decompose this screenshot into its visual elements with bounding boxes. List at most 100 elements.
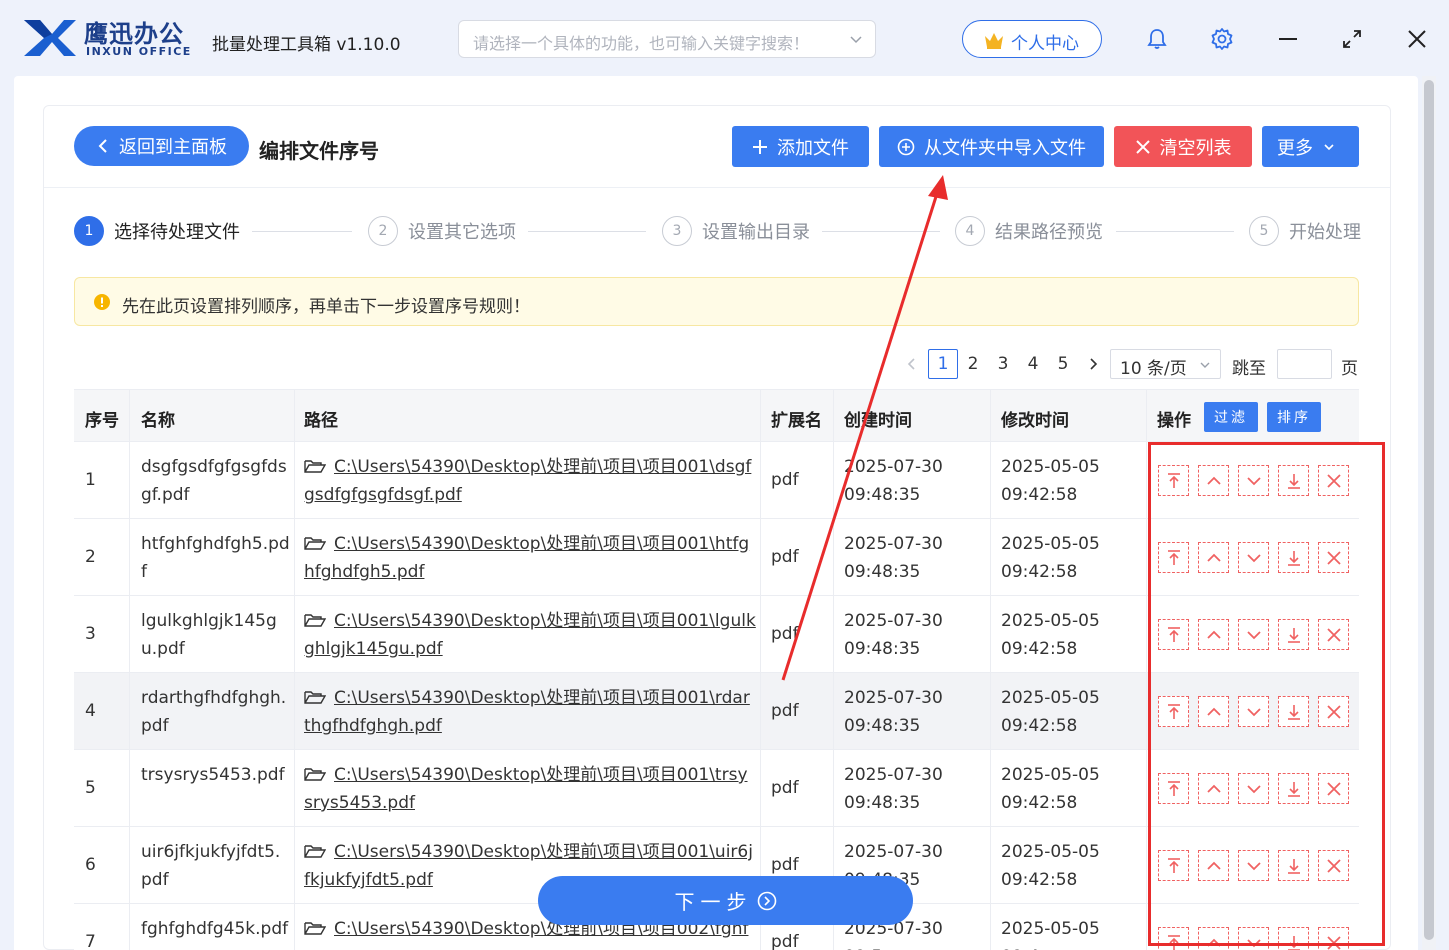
created-time: 2025-07-30 09:48:35 — [844, 761, 984, 817]
step-number: 2 — [368, 216, 398, 246]
folder-open-icon — [304, 536, 326, 550]
row-index: 6 — [85, 851, 96, 879]
logo-icon — [22, 16, 78, 58]
column-divider — [833, 389, 834, 950]
page-4[interactable]: 4 — [1018, 349, 1048, 379]
search-placeholder: 请选择一个具体的功能，也可输入关键字搜索！ — [473, 30, 809, 54]
prev-page-button[interactable] — [897, 349, 927, 379]
step-connector — [822, 231, 940, 232]
row-index: 3 — [85, 620, 96, 648]
arrow-right-circle-icon — [757, 891, 777, 911]
chevron-left-icon — [96, 138, 110, 154]
function-search-box[interactable]: 请选择一个具体的功能，也可输入关键字搜索！ — [458, 20, 876, 58]
col-index: 序号 — [85, 406, 119, 431]
col-ext: 扩展名 — [771, 406, 822, 431]
page-5[interactable]: 5 — [1048, 349, 1078, 379]
bell-icon[interactable] — [1144, 26, 1170, 52]
column-divider — [129, 389, 130, 950]
app-title: 批量处理工具箱 v1.10.0 — [212, 30, 401, 55]
file-name: trsysrys5453.pdf — [141, 761, 291, 789]
file-extension: pdf — [771, 774, 799, 802]
jump-label: 跳至 — [1232, 354, 1266, 379]
folder-open-icon — [304, 767, 326, 781]
next-page-button[interactable] — [1078, 349, 1108, 379]
step-number: 5 — [1249, 216, 1279, 246]
brand-name: 鹰迅办公 — [84, 14, 184, 49]
step-connector — [1116, 231, 1234, 232]
file-path-link[interactable]: C:\Users\54390\Desktop\处理前\项目\项目001\dsgf… — [304, 457, 751, 505]
file-path-cell: C:\Users\54390\Desktop\处理前\项目\项目001\rdar… — [304, 684, 756, 740]
col-path: 路径 — [304, 406, 338, 431]
import-folder-label: 从文件夹中导入文件 — [924, 134, 1086, 160]
page-3[interactable]: 3 — [988, 349, 1018, 379]
step-label: 选择待处理文件 — [114, 218, 240, 244]
back-to-main-button[interactable]: 返回到主面板 — [74, 126, 249, 166]
file-path-link[interactable]: C:\Users\54390\Desktop\处理前\项目\项目001\lgul… — [304, 611, 756, 659]
title-bar: 鹰迅办公 INXUN OFFICE 批量处理工具箱 v1.10.0 请选择一个具… — [0, 0, 1449, 78]
file-extension: pdf — [771, 697, 799, 725]
page-1[interactable]: 1 — [928, 349, 958, 379]
step-number: 1 — [74, 216, 104, 246]
page-2[interactable]: 2 — [958, 349, 988, 379]
page-size-select[interactable]: 10 条/页 — [1110, 349, 1221, 379]
personal-center-button[interactable]: 个人中心 — [962, 20, 1102, 58]
file-name: fghfghdfg45k.pdf — [141, 915, 291, 943]
created-time: 2025-07-30 09:48:35 — [844, 684, 984, 740]
file-path-link[interactable]: C:\Users\54390\Desktop\处理前\项目\项目001\trsy… — [304, 765, 748, 813]
created-time: 2025-07-30 09:48:35 — [844, 530, 984, 586]
filter-button[interactable]: 过滤 — [1204, 402, 1258, 432]
settings-gear-icon[interactable] — [1209, 26, 1235, 52]
maximize-icon[interactable] — [1339, 26, 1365, 52]
modified-time: 2025-05-05 09:42:58 — [1001, 607, 1141, 663]
clear-list-label: 清空列表 — [1160, 134, 1232, 160]
col-created: 创建时间 — [844, 406, 912, 431]
add-file-button[interactable]: 添加文件 — [732, 126, 869, 167]
warning-icon — [94, 294, 110, 310]
col-name: 名称 — [141, 406, 175, 431]
chevron-down-icon — [1199, 359, 1211, 371]
col-ops: 操作 — [1157, 406, 1191, 431]
modified-time: 2025-05-05 09:42:58 — [1001, 453, 1141, 509]
col-modified: 修改时间 — [1001, 406, 1069, 431]
personal-center-label: 个人中心 — [1011, 29, 1079, 54]
file-path-link[interactable]: C:\Users\54390\Desktop\处理前\项目\项目001\htfg… — [304, 534, 749, 582]
clear-list-button[interactable]: 清空列表 — [1114, 126, 1252, 167]
row-index: 2 — [85, 543, 96, 571]
jump-page-input[interactable] — [1277, 349, 1332, 379]
file-extension: pdf — [771, 851, 799, 879]
plus-circle-icon — [897, 138, 915, 156]
chevron-down-icon — [849, 33, 863, 47]
minimize-icon[interactable] — [1275, 26, 1301, 52]
brand-name-en: INXUN OFFICE — [86, 45, 192, 58]
step-label: 设置输出目录 — [702, 218, 810, 244]
back-button-label: 返回到主面板 — [119, 133, 227, 159]
step-1: 1 选择待处理文件 — [74, 216, 240, 246]
next-step-button[interactable]: 下一步 — [538, 876, 913, 925]
file-name: dsgfgsdfgfgsgfdsgf.pdf — [141, 453, 291, 509]
close-window-icon[interactable] — [1404, 26, 1430, 52]
import-folder-button[interactable]: 从文件夹中导入文件 — [879, 126, 1104, 167]
modified-time: 2025-05-05 09:42:58 — [1001, 838, 1141, 894]
scrollbar-thumb[interactable] — [1424, 80, 1434, 940]
modified-time: 2025-05-05 09:42:58 — [1001, 684, 1141, 740]
page-title: 编排文件序号 — [259, 135, 379, 164]
more-button[interactable]: 更多 — [1262, 126, 1359, 167]
file-name: rdarthgfhdfghgh.pdf — [141, 684, 291, 740]
file-path-cell: C:\Users\54390\Desktop\处理前\项目\项目001\trsy… — [304, 761, 756, 817]
crown-icon — [983, 30, 1005, 50]
step-4: 4 结果路径预览 — [955, 216, 1103, 246]
notice-banner: 先在此页设置排列顺序，再单击下一步设置序号规则！ — [74, 277, 1359, 326]
file-path-cell: C:\Users\54390\Desktop\处理前\项目\项目001\dsgf… — [304, 453, 756, 509]
file-path-link[interactable]: C:\Users\54390\Desktop\处理前\项目\项目001\rdar… — [304, 688, 750, 736]
step-label: 设置其它选项 — [408, 218, 516, 244]
file-extension: pdf — [771, 620, 799, 648]
modified-time: 2025-05-05 09:42:58 — [1001, 761, 1141, 817]
sort-button[interactable]: 排序 — [1267, 402, 1321, 432]
file-extension: pdf — [771, 466, 799, 494]
row-index: 1 — [85, 466, 96, 494]
next-step-label: 下一步 — [675, 886, 753, 915]
folder-open-icon — [304, 921, 326, 935]
page-size-value: 10 条/页 — [1120, 354, 1187, 379]
file-extension: pdf — [771, 543, 799, 571]
table-header: 序号 名称 路径 扩展名 创建时间 修改时间 操作 过滤 排序 — [74, 389, 1359, 442]
